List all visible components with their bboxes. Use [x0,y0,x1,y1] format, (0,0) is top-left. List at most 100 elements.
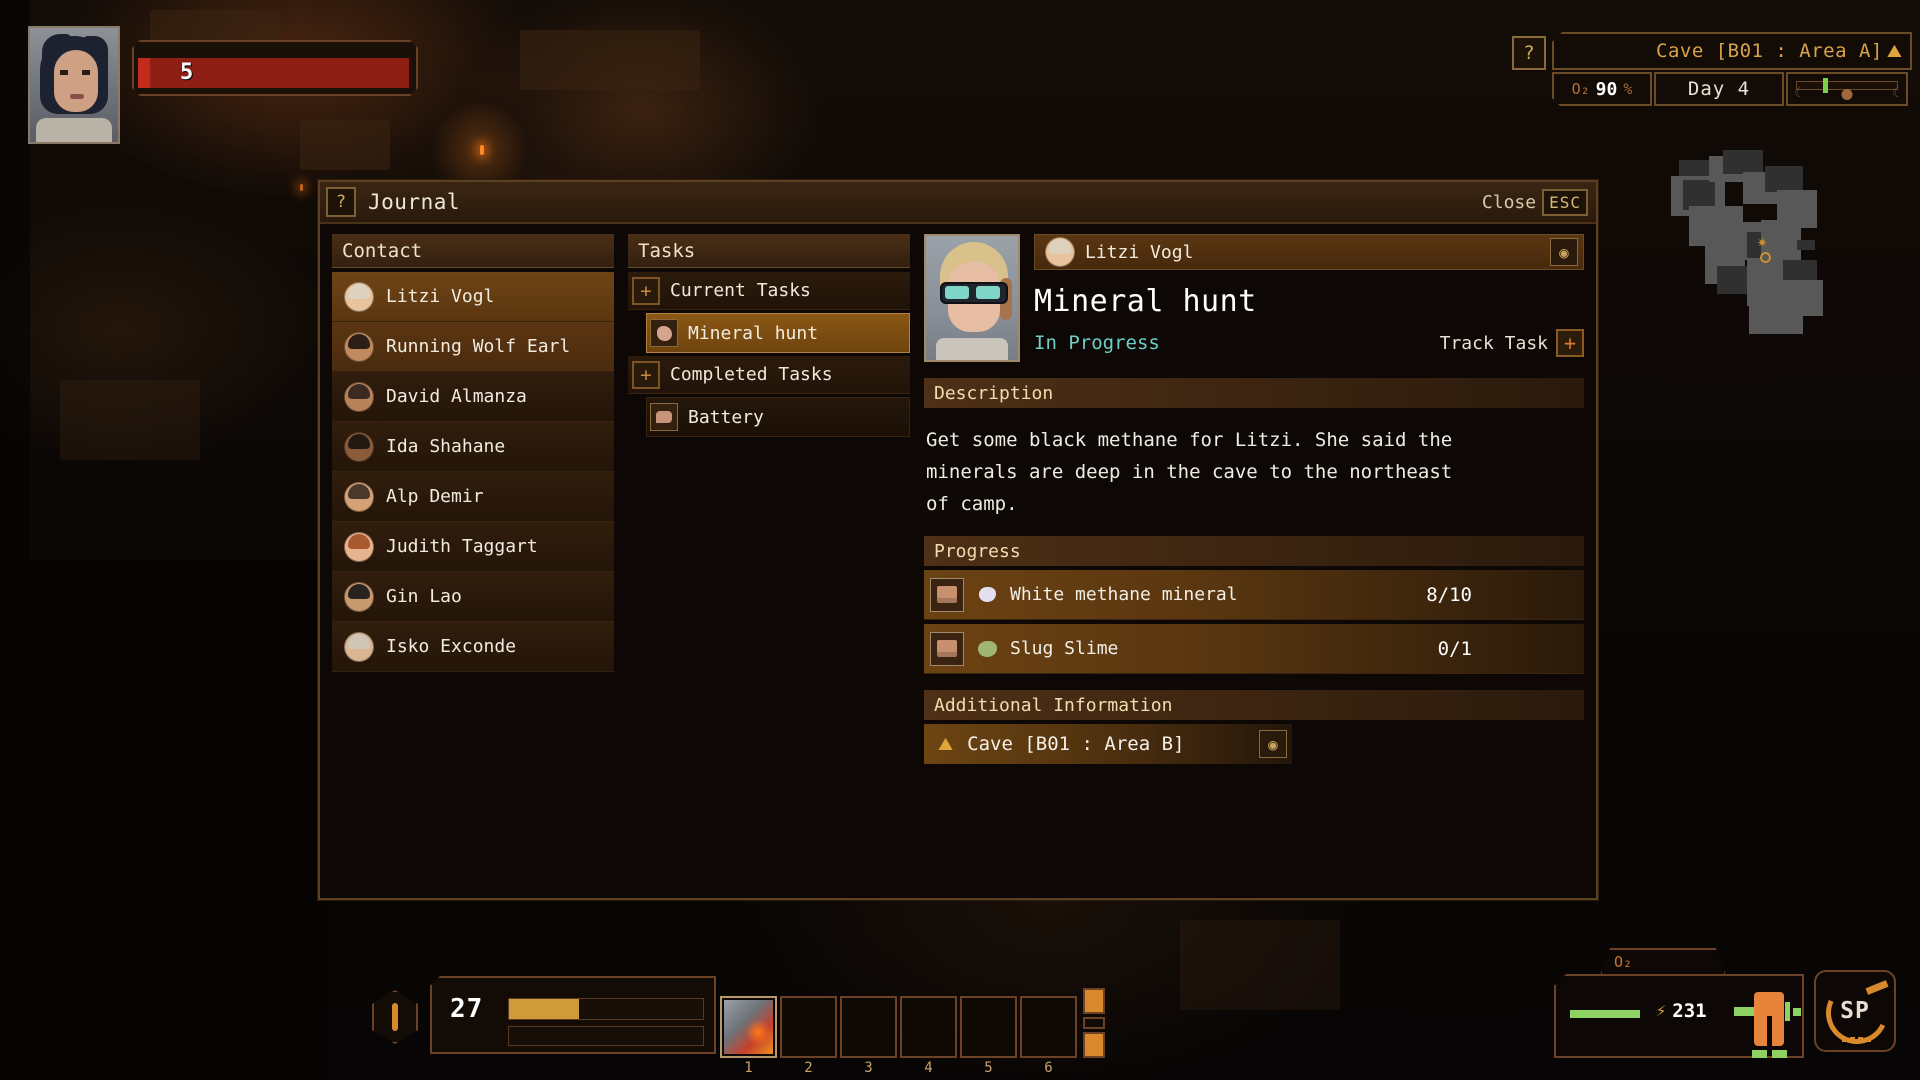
sun-icon [1841,89,1853,100]
contact-row[interactable]: Alp Demir [332,472,614,522]
quest-giver-row: Litzi Vogl ◉ [1034,234,1584,270]
speed-label: SP [1840,998,1870,1024]
progress-row: White methane mineral 8/10 [924,570,1584,620]
journal-window: ? Journal Close ESC Contact Litzi Vogl Ru… [318,180,1598,900]
avatar [344,531,374,562]
progress-list: White methane mineral 8/10 Slug Slime 0/1 [924,566,1584,674]
power-value: 231 [1672,1000,1707,1022]
contact-row[interactable]: Judith Taggart [332,522,614,572]
oxygen-readout: O₂ 90 % [1552,72,1652,106]
contact-name: Isko Exconde [386,636,517,657]
hotbar-slot-number: 2 [804,1060,813,1076]
white-mineral-icon [976,584,998,606]
suit-power-bar [1570,1010,1640,1018]
progress-row: Slug Slime 0/1 [924,624,1584,674]
hotbar-scroll-control[interactable] [1083,988,1105,1058]
track-task-button[interactable]: + [1556,329,1584,357]
contact-row[interactable]: David Almanza [332,372,614,422]
moon-icon-right: ☾ [1892,86,1900,101]
oxygen-label: O₂ [1571,80,1590,98]
progress-item-count: 8/10 [1426,583,1472,606]
plus-icon[interactable]: + [632,360,660,389]
hotbar-slot-3[interactable]: 3 [840,996,897,1076]
hotbar-slot-4[interactable]: 4 [900,996,957,1076]
task-item-battery[interactable]: Battery [646,397,910,437]
avatar [344,431,374,462]
progress-item-name: White methane mineral [1010,584,1238,605]
pickaxe-icon: ⛰ [938,733,954,755]
help-icon[interactable]: ? [1512,36,1546,70]
hotbar-slot-5[interactable]: 5 [960,996,1017,1076]
moon-icon-left: ☾ [1794,86,1802,101]
additional-information-row[interactable]: ⛰ Cave [B01 : Area B] ◉ [924,724,1292,764]
hotbar-item-icon [724,1000,773,1054]
experience-value: 27 [450,994,484,1024]
suit-oxygen-label: O₂ [1614,953,1633,971]
avatar [344,481,374,512]
task-group-label: Current Tasks [670,280,811,301]
lightning-icon: ⚡ [1656,1001,1667,1021]
compass-icon [372,990,418,1044]
avatar [344,581,374,612]
contact-row[interactable]: Ida Shahane [332,422,614,472]
hotbar-slot-6[interactable]: 6 [1020,996,1077,1076]
quest-giver-portrait [924,234,1020,362]
additional-information-header: Additional Information [924,690,1584,720]
speed-dots [1842,1037,1871,1042]
journal-titlebar: ? Journal Close ESC [320,182,1596,224]
oxygen-value: 90 [1595,78,1618,100]
top-right-hud: ? Cave [B01 : Area A] ⛰ O₂ 90 % Day 4 ☾ [1512,32,1912,106]
rock-icon [650,319,678,347]
hotbar-slot-number: 6 [1044,1060,1053,1076]
contact-row[interactable]: Isko Exconde [332,622,614,672]
plus-icon[interactable]: + [632,276,660,305]
speed-dial[interactable]: SP [1814,970,1897,1053]
scroll-up-button[interactable] [1083,988,1105,1014]
quest-giver-name: Litzi Vogl [1085,241,1194,263]
contact-name: David Almanza [386,386,527,407]
target-icon[interactable]: ◉ [1259,730,1287,758]
hotbar-slot-2[interactable]: 2 [780,996,837,1076]
game-screen: 5 ? Cave [B01 : Area A] ⛰ O₂ 90 % Day 4 [0,0,1920,1080]
bottom-hud: 27 1 2 3 4 5 6 [372,976,1105,1076]
contact-name: Litzi Vogl [386,286,495,307]
close-key-badge[interactable]: ESC [1542,188,1588,216]
hotbar-slot-1[interactable]: 1 [720,996,777,1076]
track-task-label: Track Task [1439,332,1548,354]
location-name: Cave [B01 : Area B] [967,733,1185,755]
contact-name: Judith Taggart [386,536,538,557]
task-title: Mineral hunt [1034,284,1257,319]
progress-header: Progress [924,536,1584,566]
contacts-panel: Contact Litzi Vogl Running Wolf Earl David… [332,234,614,888]
help-icon[interactable]: ? [326,187,356,217]
contacts-header: Contact [332,234,614,268]
hotbar-slot-number: 5 [984,1060,993,1076]
task-group-current[interactable]: + Current Tasks [628,272,910,310]
scroll-down-button[interactable] [1083,1032,1105,1058]
scroll-track [1083,1017,1105,1029]
health-value: 5 [180,60,195,85]
task-item-label: Battery [688,406,764,428]
contact-row[interactable]: Litzi Vogl [332,272,614,322]
progress-item-name: Slug Slime [1010,638,1119,659]
contact-row[interactable]: Running Wolf Earl [332,322,614,372]
page-title: Journal [368,190,461,214]
contact-name: Gin Lao [386,586,462,607]
task-item-mineral-hunt[interactable]: Mineral hunt [646,313,910,353]
close-label[interactable]: Close [1482,192,1536,213]
avatar [344,381,374,412]
tasks-panel: Tasks + Current Tasks Mineral hunt + Com… [628,234,910,888]
location-label: Cave [B01 : Area A] [1656,40,1883,62]
experience-panel: 27 [430,976,716,1054]
tasks-list: + Current Tasks Mineral hunt + Completed… [628,272,910,437]
task-group-completed[interactable]: + Completed Tasks [628,356,910,394]
quest-marker-icon: ✷ [1757,232,1768,252]
contact-row[interactable]: Gin Lao [332,572,614,622]
suit-oxygen-tab: O₂ [1600,948,1726,976]
contact-name: Running Wolf Earl [386,336,571,357]
time-of-day-indicator: ☾ ☾ [1786,72,1908,106]
health-bar: 5 [132,40,418,96]
target-icon[interactable]: ◉ [1550,238,1578,266]
description-header: Description [924,378,1584,408]
task-group-label: Completed Tasks [670,364,833,385]
